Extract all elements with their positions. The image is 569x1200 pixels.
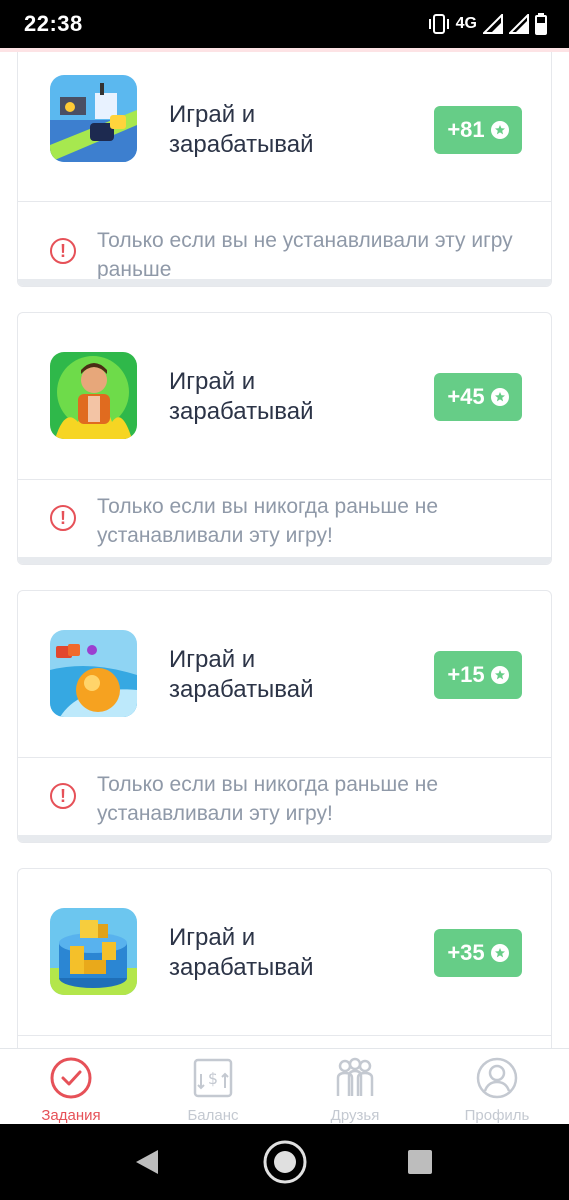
task-card[interactable]: Играй и зарабатывай +81 ! Только если вы… (17, 52, 552, 287)
nav-balance-label: Баланс (187, 1107, 239, 1124)
game-icon-ball-race (50, 630, 137, 717)
friends-icon (333, 1056, 377, 1100)
balance-icon: $ (191, 1056, 235, 1100)
reward-button[interactable]: +35 (434, 929, 522, 977)
reward-value: +81 (447, 117, 485, 142)
nav-tasks[interactable]: Задания (0, 1049, 142, 1125)
nav-friends[interactable]: Друзья (284, 1049, 426, 1125)
card-bottom-edge (18, 279, 551, 286)
reward-button[interactable]: +15 (434, 651, 522, 699)
task-title: Играй и зарабатывай (169, 101, 314, 158)
warning-icon: ! (50, 238, 76, 264)
warning-text: Только если вы не устанавливали эту игру… (97, 229, 513, 281)
star-icon (490, 944, 509, 962)
task-list[interactable]: Играй и зарабатывай +81 ! Только если вы… (0, 52, 569, 1048)
status-bar: 22:38 4G (0, 0, 569, 48)
status-time: 22:38 (24, 11, 83, 36)
battery-icon (535, 13, 547, 35)
card-bottom-edge (18, 835, 551, 842)
warning-icon: ! (50, 783, 76, 809)
status-icons: 4G (428, 12, 547, 36)
reward-button[interactable]: +81 (434, 106, 522, 154)
task-title: Играй и зарабатывай (169, 924, 314, 981)
card-divider (18, 1035, 551, 1036)
nav-friends-label: Друзья (330, 1107, 380, 1124)
signal-icon-2 (509, 14, 529, 34)
warning-text: Только если вы никогда раньше не устанав… (97, 495, 439, 547)
card-divider (18, 479, 551, 480)
bottom-navigation: Задания $ Баланс Друзья Профиль (0, 1048, 569, 1124)
vibrate-icon (428, 14, 449, 34)
task-card[interactable]: Играй и зарабатывай +35 (17, 868, 552, 1048)
recent-apps-icon[interactable] (408, 1150, 432, 1174)
game-icon-city (50, 75, 137, 162)
nav-profile-label: Профиль (464, 1107, 530, 1124)
task-card[interactable]: Играй и зарабатывай +45 ! Только если вы… (17, 312, 552, 565)
reward-value: +35 (447, 940, 485, 965)
task-title: Играй и зарабатывай (169, 368, 314, 425)
home-icon[interactable] (262, 1139, 308, 1185)
nav-profile[interactable]: Профиль (426, 1049, 568, 1125)
reward-value: +45 (447, 384, 485, 409)
game-icon-money-man (50, 352, 137, 439)
signal-icon (483, 14, 503, 34)
star-icon (490, 666, 509, 684)
star-icon (490, 121, 509, 139)
back-icon[interactable] (134, 1149, 160, 1175)
check-circle-icon (49, 1056, 93, 1100)
svg-text:$: $ (208, 1069, 218, 1088)
reward-value: +15 (447, 662, 485, 687)
game-icon-block-tower (50, 908, 137, 995)
network-type: 4G (455, 15, 477, 32)
nav-tasks-label: Задания (41, 1107, 101, 1124)
reward-button[interactable]: +45 (434, 373, 522, 421)
profile-icon (475, 1056, 519, 1100)
star-icon (490, 388, 509, 406)
task-title: Играй и зарабатывай (169, 646, 314, 703)
system-navigation-bar (0, 1124, 569, 1200)
card-divider (18, 201, 551, 202)
task-card[interactable]: Играй и зарабатывай +15 ! Только если вы… (17, 590, 552, 843)
warning-icon: ! (50, 505, 76, 531)
card-divider (18, 757, 551, 758)
card-bottom-edge (18, 557, 551, 564)
nav-balance[interactable]: $ Баланс (142, 1049, 284, 1125)
warning-text: Только если вы никогда раньше не устанав… (97, 773, 439, 825)
